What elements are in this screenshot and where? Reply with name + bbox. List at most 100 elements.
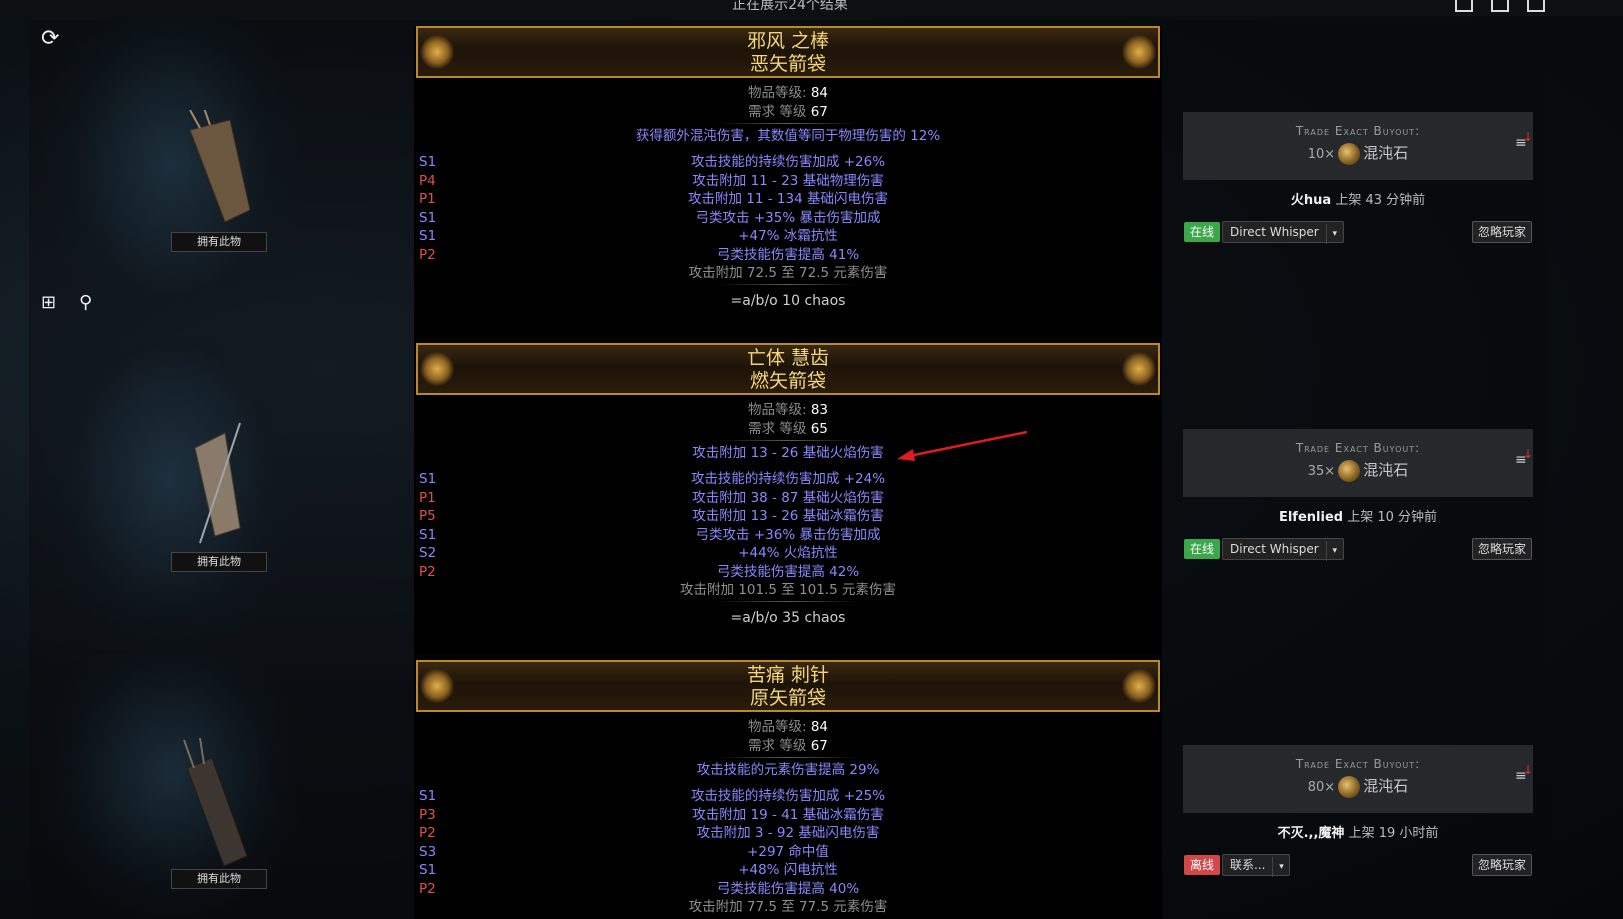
add-to-list-icon[interactable]: ⊞ bbox=[41, 292, 56, 313]
mod-text: +47% 冰霜抗性 bbox=[738, 228, 838, 244]
req-level: 65 bbox=[810, 420, 828, 437]
chaos-orb-icon bbox=[1338, 142, 1361, 165]
separator bbox=[718, 123, 858, 124]
item-card: 邪风 之棒 恶矢箭袋 物品等级: 84 需求 等级 67 获得额外混沌伤害，其数… bbox=[414, 26, 1162, 343]
whisper-label[interactable]: Direct Whisper bbox=[1223, 542, 1326, 556]
mod-tier: P2 bbox=[419, 563, 436, 580]
sort-icon[interactable] bbox=[1515, 763, 1533, 785]
mod-tier: S1 bbox=[419, 788, 437, 804]
req-level: 67 bbox=[810, 103, 828, 120]
trade-title: Trade Exact Buyout: bbox=[1295, 124, 1421, 138]
separator bbox=[718, 440, 858, 441]
trade-title: Trade Exact Buyout: bbox=[1295, 441, 1421, 455]
item-level-label: 物品等级: bbox=[747, 402, 807, 418]
item-art-backdrop bbox=[40, 337, 300, 654]
seller-name[interactable]: Elfenlied bbox=[1279, 510, 1343, 525]
whisper-button[interactable]: Direct Whisper ▾ bbox=[1222, 538, 1344, 561]
separator bbox=[718, 284, 858, 285]
ignore-player-button[interactable]: 忽略玩家 bbox=[1472, 221, 1533, 243]
mod-tier: S1 bbox=[419, 154, 437, 170]
item-header: 亡体 慧齿 燃矢箭袋 bbox=[416, 343, 1160, 395]
seller-info: 不灭.,,魔神 上架 19 小时前 bbox=[1183, 822, 1533, 841]
item-name: 亡体 慧齿 bbox=[746, 347, 830, 369]
explicit-mods: S1 攻击技能的持续伤害加成 +26% P4 攻击附加 11 - 23 基础物理伤害… bbox=[414, 153, 1162, 264]
implicit-mod: 攻击技能的元素伤害提高 29% bbox=[696, 762, 880, 778]
price-currency: 混沌石 bbox=[1363, 777, 1409, 795]
mod-line: S3 +297 命中值 bbox=[414, 843, 1162, 862]
contact-label[interactable]: 联系... bbox=[1223, 858, 1272, 872]
mod-tier: P3 bbox=[419, 806, 436, 823]
item-properties: 物品等级: 84 需求 等级 67 bbox=[414, 718, 1162, 755]
ignore-player-button[interactable]: 忽略玩家 bbox=[1472, 538, 1533, 560]
item-card: 亡体 慧齿 燃矢箭袋 物品等级: 83 需求 等级 65 攻击附加 13 - 2… bbox=[414, 343, 1162, 660]
price-qty: 35× bbox=[1307, 464, 1336, 479]
mod-line: S1 弓类攻击 +36% 暴击伤害加成 bbox=[414, 526, 1162, 545]
seller-name[interactable]: 不灭.,,魔神 bbox=[1278, 826, 1345, 841]
sort-icon[interactable] bbox=[1515, 447, 1533, 469]
price-currency: 混沌石 bbox=[1363, 144, 1409, 162]
chevron-down-icon[interactable]: ▾ bbox=[1272, 857, 1289, 877]
status-badge: 离线 bbox=[1184, 855, 1221, 875]
item-name: 苦痛 刺针 bbox=[746, 664, 830, 686]
status-badge: 在线 bbox=[1184, 222, 1221, 242]
mod-text: 攻击技能的持续伤害加成 +26% bbox=[690, 154, 886, 170]
owned-button[interactable]: 拥有此物 bbox=[171, 232, 267, 252]
mod-tier: S1 bbox=[419, 228, 437, 244]
mod-line: P2 攻击附加 3 - 92 基础闪电伤害 bbox=[414, 824, 1162, 843]
chevron-down-icon[interactable]: ▾ bbox=[1325, 541, 1343, 561]
mod-tier: P2 bbox=[419, 880, 436, 897]
item-note: =a/b/o 35 chaos bbox=[730, 610, 846, 626]
mod-line: P2 弓类技能伤害提高 42% bbox=[414, 563, 1162, 582]
separator bbox=[718, 601, 858, 602]
listed-time: 上架 19 小时前 bbox=[1348, 826, 1439, 841]
item-base: 恶矢箭袋 bbox=[749, 53, 826, 75]
contact-button[interactable]: 联系... ▾ bbox=[1222, 854, 1291, 877]
layout-single-icon[interactable] bbox=[1455, 0, 1473, 12]
mod-line: P4 攻击附加 11 - 23 基础物理伤害 bbox=[414, 172, 1162, 191]
explicit-mods: S1 攻击技能的持续伤害加成 +25% P3 攻击附加 19 - 41 基础冰霜伤害… bbox=[414, 787, 1162, 898]
mod-tier: P5 bbox=[419, 508, 436, 524]
search-user-icon[interactable]: ⚲ bbox=[79, 292, 92, 313]
price-currency: 混沌石 bbox=[1363, 461, 1409, 479]
mod-line: S1 +47% 冰霜抗性 bbox=[414, 227, 1162, 246]
chaos-orb-icon bbox=[1338, 459, 1361, 482]
sort-icon[interactable] bbox=[1515, 130, 1533, 152]
status-badge: 在线 bbox=[1184, 539, 1221, 559]
item-base: 燃矢箭袋 bbox=[749, 370, 826, 392]
mod-tier: P1 bbox=[419, 191, 436, 207]
mod-text: 攻击附加 38 - 87 基础火焰伤害 bbox=[692, 489, 884, 506]
whisper-label[interactable]: Direct Whisper bbox=[1223, 225, 1326, 239]
mod-line: S1 弓类攻击 +35% 暴击伤害加成 bbox=[414, 209, 1162, 228]
ignore-player-button[interactable]: 忽略玩家 bbox=[1472, 854, 1533, 876]
item-card: 苦痛 刺针 原矢箭袋 物品等级: 84 需求 等级 67 攻击技能的元素伤害提高… bbox=[414, 660, 1162, 919]
trade-price-box: Trade Exact Buyout: 80× 混沌石 bbox=[1183, 745, 1533, 813]
whisper-button[interactable]: Direct Whisper ▾ bbox=[1222, 221, 1344, 244]
owned-button[interactable]: 拥有此物 bbox=[171, 869, 267, 889]
mod-line: P2 弓类技能伤害提高 40% bbox=[414, 880, 1162, 899]
mod-tier: P2 bbox=[419, 825, 436, 841]
item-properties: 物品等级: 83 需求 等级 65 bbox=[414, 401, 1162, 438]
seller-name[interactable]: 火hua bbox=[1291, 193, 1331, 208]
mod-tier: S1 bbox=[419, 526, 437, 543]
layout-list-icon[interactable] bbox=[1491, 0, 1509, 12]
layout-grid-icon[interactable] bbox=[1527, 0, 1545, 12]
separator bbox=[718, 757, 858, 758]
trade-price-box: Trade Exact Buyout: 35× 混沌石 bbox=[1183, 429, 1533, 497]
mod-line: P5 攻击附加 13 - 26 基础冰霜伤害 bbox=[414, 507, 1162, 526]
chevron-down-icon[interactable]: ▾ bbox=[1325, 224, 1343, 244]
mod-text: 攻击附加 11 - 23 基础物理伤害 bbox=[692, 172, 884, 189]
results-count: 正在展示24个结果 bbox=[732, 0, 848, 13]
item-header: 苦痛 刺针 原矢箭袋 bbox=[416, 660, 1160, 712]
mod-text: +48% 闪电抗性 bbox=[738, 862, 838, 878]
refresh-icon[interactable]: ⟳ bbox=[41, 26, 59, 51]
owned-button[interactable]: 拥有此物 bbox=[171, 552, 267, 572]
mod-line: P3 攻击附加 19 - 41 基础冰霜伤害 bbox=[414, 806, 1162, 825]
mod-text: +44% 火焰抗性 bbox=[738, 545, 838, 561]
req-level: 67 bbox=[810, 737, 828, 754]
mod-tier: S1 bbox=[419, 471, 437, 487]
mod-line: S2 +44% 火焰抗性 bbox=[414, 544, 1162, 563]
item-base: 原矢箭袋 bbox=[749, 687, 826, 709]
mod-text: 弓类攻击 +35% 暴击伤害加成 bbox=[695, 209, 881, 226]
quiver-image bbox=[183, 738, 248, 867]
item-level: 83 bbox=[810, 402, 829, 418]
